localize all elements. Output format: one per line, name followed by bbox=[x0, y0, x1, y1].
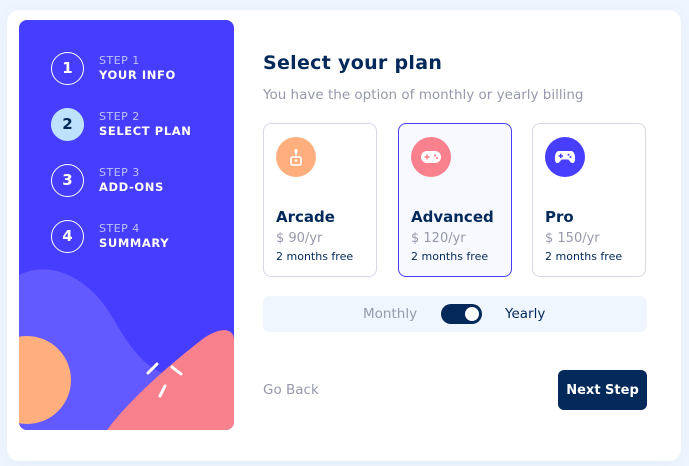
pro-icon bbox=[545, 137, 585, 177]
plan-price: $ 120/yr bbox=[411, 231, 466, 246]
step-label: STEP 3 bbox=[99, 165, 140, 179]
sidebar: 1 STEP 1 YOUR INFO 2 STEP 2 SELECT PLAN … bbox=[19, 20, 234, 430]
step-1: 1 STEP 1 YOUR INFO bbox=[51, 51, 176, 85]
step-title: ADD-ONS bbox=[99, 179, 164, 194]
step-label: STEP 2 bbox=[99, 109, 140, 123]
next-step-button[interactable]: Next Step bbox=[558, 370, 647, 410]
monthly-label[interactable]: Monthly bbox=[363, 306, 417, 322]
billing-switch[interactable] bbox=[441, 304, 482, 324]
switch-knob bbox=[465, 307, 479, 321]
plan-card-arcade[interactable]: Arcade $ 90/yr 2 months free bbox=[263, 123, 377, 277]
plan-card-advanced[interactable]: Advanced $ 120/yr 2 months free bbox=[398, 123, 512, 277]
plan-price: $ 90/yr bbox=[276, 231, 323, 246]
step-title: SELECT PLAN bbox=[99, 123, 192, 138]
plan-promo: 2 months free bbox=[545, 250, 623, 263]
advanced-icon bbox=[411, 137, 451, 177]
plan-card-pro[interactable]: Pro $ 150/yr 2 months free bbox=[532, 123, 646, 277]
step-4: 4 STEP 4 SUMMARY bbox=[51, 219, 169, 253]
step-number: 4 bbox=[51, 219, 84, 253]
step-title: SUMMARY bbox=[99, 235, 170, 250]
plan-promo: 2 months free bbox=[276, 250, 354, 263]
step-3: 3 STEP 3 ADD-ONS bbox=[51, 163, 164, 197]
page-subtitle: You have the option of monthly or yearly… bbox=[263, 87, 584, 103]
billing-toggle-row: Monthly Yearly bbox=[263, 296, 647, 332]
plan-promo: 2 months free bbox=[411, 250, 489, 263]
page-title: Select your plan bbox=[263, 52, 443, 74]
arcade-icon bbox=[276, 137, 316, 177]
plan-name: Arcade bbox=[276, 208, 335, 226]
step-number: 3 bbox=[51, 163, 84, 197]
step-number: 2 bbox=[51, 107, 84, 141]
step-label: STEP 1 bbox=[99, 53, 140, 67]
go-back-button[interactable]: Go Back bbox=[263, 382, 319, 398]
step-2: 2 STEP 2 SELECT PLAN bbox=[51, 107, 192, 141]
step-label: STEP 4 bbox=[99, 221, 140, 235]
step-title: YOUR INFO bbox=[99, 67, 176, 82]
plan-name: Advanced bbox=[411, 208, 494, 226]
yearly-label[interactable]: Yearly bbox=[505, 306, 545, 322]
plan-price: $ 150/yr bbox=[545, 231, 600, 246]
plan-name: Pro bbox=[545, 208, 574, 226]
step-number: 1 bbox=[51, 51, 84, 85]
